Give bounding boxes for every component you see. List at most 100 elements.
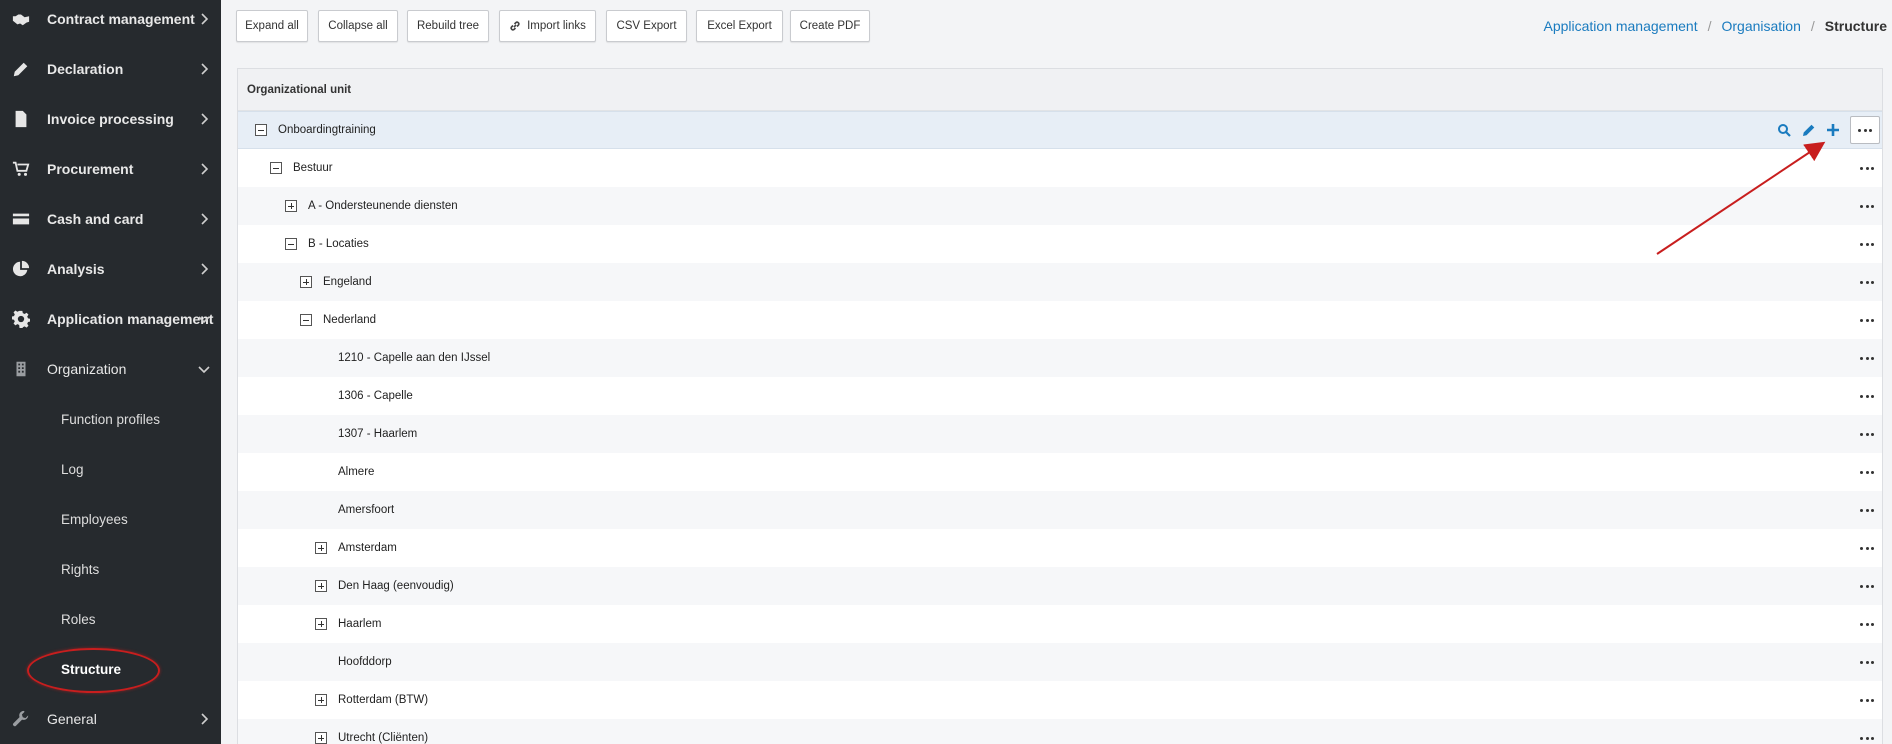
tree-row[interactable]: Engeland — [238, 263, 1882, 301]
sidebar-item-cash-and-card[interactable]: Cash and card — [0, 194, 221, 244]
tree-row-label: Den Haag (eenvoudig) — [338, 580, 454, 592]
breadcrumb-organisation[interactable]: Organisation — [1721, 18, 1800, 34]
more-actions-icon[interactable] — [1860, 657, 1874, 667]
sidebar-item-procurement[interactable]: Procurement — [0, 144, 221, 194]
chevron-right-icon — [197, 212, 211, 226]
more-actions-icon[interactable] — [1860, 505, 1874, 515]
collapse-toggle[interactable] — [270, 162, 282, 174]
sidebar-subitem-employees[interactable]: Employees — [0, 494, 221, 544]
more-actions-icon[interactable] — [1860, 315, 1874, 325]
expand-toggle[interactable] — [315, 694, 327, 706]
more-actions-icon[interactable] — [1860, 353, 1874, 363]
collapse-toggle[interactable] — [300, 314, 312, 326]
expand-toggle[interactable] — [315, 542, 327, 554]
sidebar-item-analysis[interactable]: Analysis — [0, 244, 221, 294]
expand-toggle[interactable] — [315, 618, 327, 630]
breadcrumb: Application management / Organisation / … — [1543, 18, 1887, 34]
sidebar-item-invoice-processing[interactable]: Invoice processing — [0, 94, 221, 144]
more-actions-button[interactable] — [1850, 116, 1880, 144]
edit-pencil-icon[interactable] — [1801, 122, 1817, 138]
more-actions-icon[interactable] — [1860, 695, 1874, 705]
tree-row[interactable]: Nederland — [238, 301, 1882, 339]
import-links-button[interactable]: Import links — [499, 10, 596, 42]
handshake-icon — [11, 9, 31, 29]
tree-row-label: Amsterdam — [338, 542, 397, 554]
more-actions-icon[interactable] — [1860, 581, 1874, 591]
sidebar-item-general[interactable]: General — [0, 694, 221, 744]
tree-row-label: Onboardingtraining — [278, 124, 376, 136]
collapse-all-button[interactable]: Collapse all — [318, 10, 398, 42]
tree-row[interactable]: 1306 - Capelle — [238, 377, 1882, 415]
collapse-toggle[interactable] — [285, 238, 297, 250]
breadcrumb-application-management[interactable]: Application management — [1543, 18, 1697, 34]
sidebar-subitem-roles[interactable]: Roles — [0, 594, 221, 644]
search-icon[interactable] — [1776, 122, 1792, 138]
tree-row[interactable]: Hoofddorp — [238, 643, 1882, 681]
more-actions-icon[interactable] — [1860, 467, 1874, 477]
tree-row[interactable]: Rotterdam (BTW) — [238, 681, 1882, 719]
create-pdf-button[interactable]: Create PDF — [790, 10, 870, 42]
sidebar-item-label: Procurement — [47, 161, 134, 177]
tree-row[interactable]: Amersfoort — [238, 491, 1882, 529]
excel-export-button[interactable]: Excel Export — [696, 10, 783, 42]
more-actions-icon[interactable] — [1860, 543, 1874, 553]
sidebar-subitem-log[interactable]: Log — [0, 444, 221, 494]
rebuild-tree-button[interactable]: Rebuild tree — [407, 10, 489, 42]
sidebar-subitem-structure[interactable]: Structure — [0, 644, 221, 694]
pie-chart-icon — [11, 259, 31, 279]
gear-icon — [11, 309, 31, 329]
tree-row[interactable]: B - Locaties — [238, 225, 1882, 263]
more-actions-icon[interactable] — [1860, 201, 1874, 211]
sidebar-subitem-function-profiles[interactable]: Function profiles — [0, 394, 221, 444]
tree-row-label: Almere — [338, 466, 375, 478]
sidebar-subitem-label: Employees — [61, 511, 128, 527]
expand-toggle[interactable] — [315, 732, 327, 744]
more-actions-icon[interactable] — [1860, 277, 1874, 287]
sidebar-item-declaration[interactable]: Declaration — [0, 44, 221, 94]
sidebar-item-label: Invoice processing — [47, 111, 174, 127]
more-actions-icon[interactable] — [1860, 733, 1874, 743]
building-icon — [11, 359, 31, 379]
more-actions-icon[interactable] — [1860, 429, 1874, 439]
tree-row[interactable]: Utrecht (Cliënten) — [238, 719, 1882, 744]
sidebar-item-contract-management[interactable]: Contract management — [0, 0, 221, 44]
tree-row-label: Hoofddorp — [338, 656, 392, 668]
tree-row[interactable]: Den Haag (eenvoudig) — [238, 567, 1882, 605]
tree-row[interactable]: Onboardingtraining — [238, 111, 1882, 149]
chevron-right-icon — [197, 162, 211, 176]
expand-toggle[interactable] — [315, 580, 327, 592]
tree-row[interactable]: 1210 - Capelle aan den IJssel — [238, 339, 1882, 377]
tree-row[interactable]: A - Ondersteunende diensten — [238, 187, 1882, 225]
tree-row-label: Amersfoort — [338, 504, 395, 516]
breadcrumb-separator: / — [1810, 18, 1815, 34]
sidebar-item-label: General — [47, 711, 97, 727]
column-header: Organizational unit — [238, 69, 1882, 111]
add-plus-icon[interactable] — [1825, 122, 1841, 138]
ellipsis-icon — [1858, 128, 1872, 132]
sidebar-item-label: Organization — [47, 361, 127, 377]
breadcrumb-separator: / — [1707, 18, 1712, 34]
sidebar-item-label: Declaration — [47, 61, 124, 77]
tree-row[interactable]: Bestuur — [238, 149, 1882, 187]
sidebar-item-application-management[interactable]: Application management — [0, 294, 221, 344]
collapse-toggle[interactable] — [255, 124, 267, 136]
sidebar-item-organization[interactable]: Organization — [0, 344, 221, 394]
more-actions-icon[interactable] — [1860, 239, 1874, 249]
tree-row[interactable]: Almere — [238, 453, 1882, 491]
csv-export-button[interactable]: CSV Export — [606, 10, 687, 42]
sidebar-subitem-rights[interactable]: Rights — [0, 544, 221, 594]
sidebar-subitem-label: Log — [61, 461, 84, 477]
tree-row[interactable]: 1307 - Haarlem — [238, 415, 1882, 453]
expand-all-button[interactable]: Expand all — [236, 10, 308, 42]
more-actions-icon[interactable] — [1860, 619, 1874, 629]
sidebar: Contract management Declaration Invoice … — [0, 0, 221, 744]
tree-row-label: Nederland — [323, 314, 377, 326]
cart-icon — [11, 159, 31, 179]
expand-toggle[interactable] — [285, 200, 297, 212]
tree-row[interactable]: Amsterdam — [238, 529, 1882, 567]
more-actions-icon[interactable] — [1860, 391, 1874, 401]
expand-toggle[interactable] — [300, 276, 312, 288]
tree-row[interactable]: Haarlem — [238, 605, 1882, 643]
more-actions-icon[interactable] — [1860, 163, 1874, 173]
chevron-right-icon — [197, 62, 211, 76]
